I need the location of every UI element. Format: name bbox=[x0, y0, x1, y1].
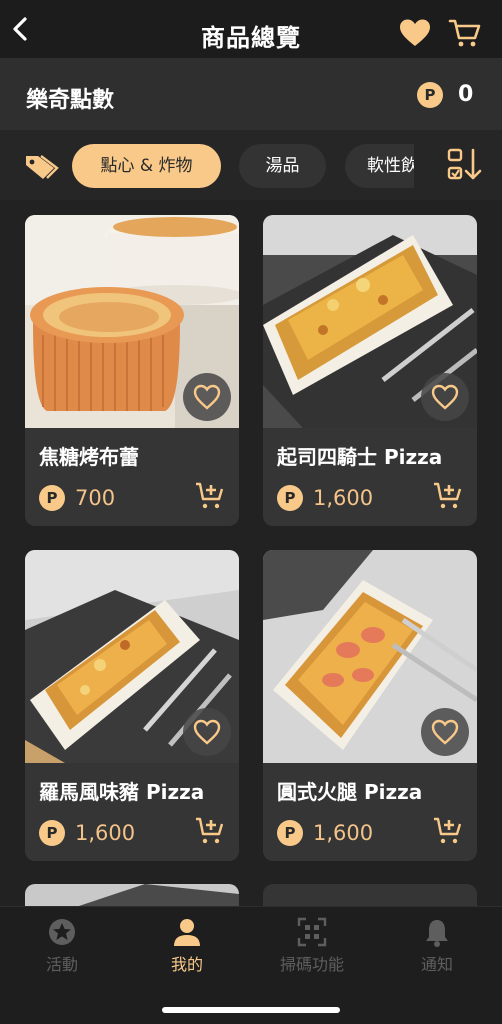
tab-notifications[interactable]: 通知 bbox=[387, 917, 487, 975]
category-chips: 點心 & 炸物 湯品 軟性飲 bbox=[72, 144, 414, 188]
product-card[interactable]: 焦糖烤布蕾 P 700 bbox=[25, 215, 239, 526]
heart-outline-icon bbox=[431, 384, 459, 410]
points-coin-icon: P bbox=[277, 820, 303, 846]
product-card[interactable]: 圓式火腿 Pizza P 1,600 bbox=[263, 550, 477, 861]
heart-outline-icon bbox=[193, 719, 221, 745]
points-label: 樂奇點數 bbox=[26, 88, 115, 113]
favorite-button[interactable] bbox=[183, 708, 231, 756]
favorite-button[interactable] bbox=[183, 373, 231, 421]
heart-outline-icon bbox=[193, 384, 221, 410]
user-icon bbox=[174, 919, 200, 946]
heart-icon[interactable] bbox=[398, 18, 432, 48]
tab-label: 我的 bbox=[170, 955, 203, 974]
tab-label: 通知 bbox=[420, 955, 453, 974]
product-price: 1,600 bbox=[75, 821, 136, 845]
tag-icon[interactable] bbox=[24, 152, 60, 182]
chip-soup[interactable]: 湯品 bbox=[239, 144, 326, 188]
tab-label: 活動 bbox=[45, 955, 78, 974]
product-name: 羅馬風味豬 Pizza bbox=[39, 780, 205, 804]
points-coin-icon: P bbox=[39, 485, 65, 511]
tab-activities[interactable]: 活動 bbox=[12, 917, 112, 975]
product-name: 圓式火腿 Pizza bbox=[277, 780, 423, 804]
points-coin-icon: P bbox=[417, 82, 443, 108]
product-price: 700 bbox=[75, 486, 116, 510]
favorite-button[interactable] bbox=[421, 708, 469, 756]
product-name: 起司四騎士 Pizza bbox=[277, 445, 443, 469]
product-name: 焦糖烤布蕾 bbox=[39, 445, 139, 469]
product-price: 1,600 bbox=[313, 486, 374, 510]
product-price: 1,600 bbox=[313, 821, 374, 845]
home-indicator bbox=[162, 1007, 340, 1013]
tab-scan[interactable]: 掃碼功能 bbox=[262, 917, 362, 975]
add-to-cart-icon[interactable] bbox=[195, 481, 225, 511]
chip-soft-drinks[interactable]: 軟性飲 bbox=[345, 144, 414, 188]
qr-icon bbox=[297, 917, 327, 947]
star-icon bbox=[49, 919, 75, 945]
top-header: 商品總覽 bbox=[0, 0, 502, 58]
points-value: 0 bbox=[458, 82, 474, 107]
tab-label: 掃碼功能 bbox=[279, 955, 344, 974]
product-card[interactable]: 起司四騎士 Pizza P 1,600 bbox=[263, 215, 477, 526]
chip-snacks[interactable]: 點心 & 炸物 bbox=[72, 144, 221, 188]
favorite-button[interactable] bbox=[421, 373, 469, 421]
tab-profile[interactable]: 我的 bbox=[137, 917, 237, 975]
sort-icon[interactable] bbox=[447, 148, 483, 182]
category-bar: 點心 & 炸物 湯品 軟性飲 bbox=[0, 130, 502, 200]
bell-icon bbox=[426, 920, 448, 947]
points-coin-icon: P bbox=[277, 485, 303, 511]
add-to-cart-icon[interactable] bbox=[433, 481, 463, 511]
heart-outline-icon bbox=[431, 719, 459, 745]
add-to-cart-icon[interactable] bbox=[195, 816, 225, 846]
points-coin-icon: P bbox=[39, 820, 65, 846]
product-card[interactable]: 羅馬風味豬 Pizza P 1,600 bbox=[25, 550, 239, 861]
add-to-cart-icon[interactable] bbox=[433, 816, 463, 846]
cart-icon[interactable] bbox=[448, 18, 482, 48]
